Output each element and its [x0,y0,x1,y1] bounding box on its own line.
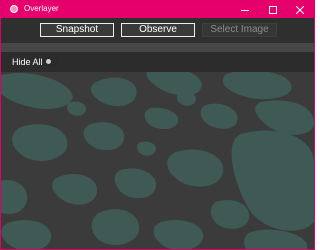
hide-all-bar: Hide All [1,52,314,72]
minimize-button[interactable] [231,1,259,18]
close-button[interactable] [286,1,314,18]
observe-button[interactable]: Observe [121,23,195,37]
window-title: Overlayer [24,4,59,13]
camouflage-background [1,72,314,249]
snapshot-button[interactable]: Snapshot [40,23,114,37]
close-icon [296,5,304,14]
title-bar[interactable]: Overlayer [1,1,314,18]
maximize-button[interactable] [259,1,287,18]
app-window: Overlayer Snapshot Observe Select Image … [0,0,315,250]
overlay-canvas[interactable] [1,72,314,249]
app-icon [10,5,18,13]
maximize-icon [269,5,277,14]
hide-all-label: Hide All [12,57,43,67]
select-image-button[interactable]: Select Image [202,23,277,37]
hide-all-toggle[interactable] [43,57,59,66]
toggle-knob [46,59,51,64]
toolbar: Snapshot Observe Select Image [1,18,314,43]
toolbar-divider-strip [1,43,314,52]
minimize-icon [241,9,249,11]
